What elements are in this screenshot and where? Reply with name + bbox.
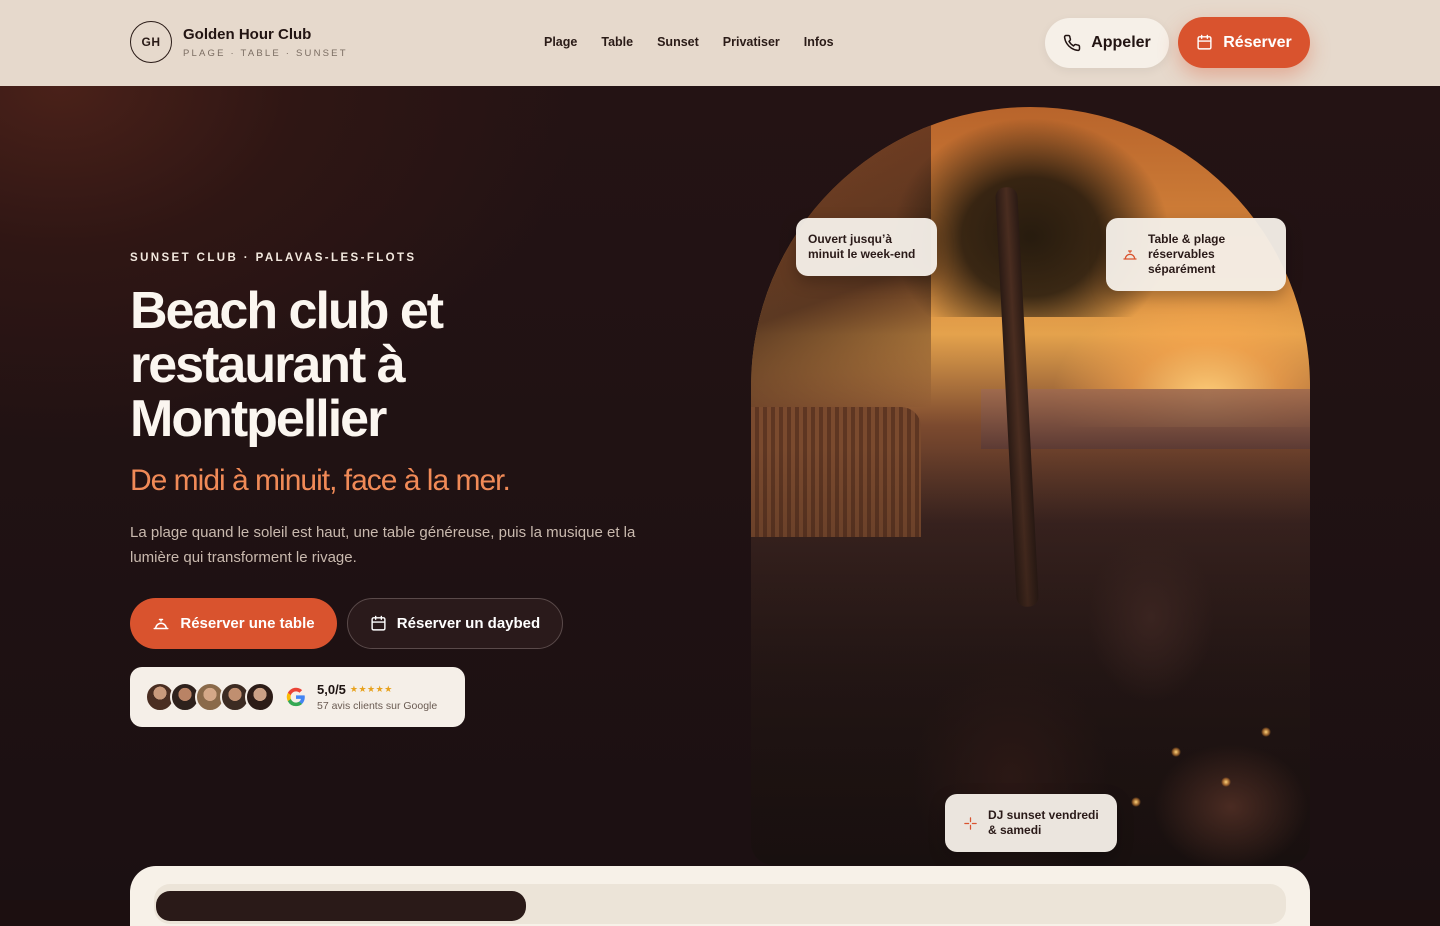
badge-opening-hours: Ouvert jusqu’à minuit le week-end (796, 218, 937, 276)
reserve-button[interactable]: Réserver (1178, 17, 1310, 68)
photo-sea (981, 389, 1310, 449)
review-score: 5,0/5 (317, 682, 346, 697)
badge-dj-sunset-text: DJ sunset vendredi & samedi (988, 808, 1099, 837)
review-count: 57 avis clients sur Google (317, 700, 438, 712)
calendar-icon (1197, 34, 1212, 50)
call-button[interactable]: Appeler (1045, 18, 1169, 68)
google-reviews-card[interactable]: 5,0/5 ★★★★★ 57 avis clients sur Google (130, 667, 465, 727)
brand-tagline: PLAGE · TABLE · SUNSET (183, 47, 348, 59)
badge-table-beach-text: Table & plage réservables séparément (1148, 232, 1226, 276)
service-bell-icon (1123, 249, 1137, 260)
badge-opening-hours-text: Ouvert jusqu’à minuit le week-end (808, 232, 916, 261)
badge-table-beach: Table & plage réservables séparément (1106, 218, 1286, 291)
reserve-table-label: Réserver une table (180, 615, 315, 632)
photo-candle (1261, 727, 1271, 737)
booking-tabs (154, 884, 1286, 924)
nav-link-sunset[interactable]: Sunset (657, 35, 699, 49)
main-nav: Plage Table Sunset Privatiser Infos (544, 35, 834, 49)
calendar-icon (371, 615, 386, 631)
brand-name: Golden Hour Club (183, 25, 312, 43)
reserve-button-label: Réserver (1223, 33, 1292, 51)
hero-eyebrow: SUNSET CLUB · PALAVAS-LES-FLOTS (130, 252, 417, 264)
reviewer-avatars (145, 682, 275, 712)
booking-card (130, 866, 1310, 926)
nav-link-table[interactable]: Table (601, 35, 633, 49)
reserve-table-button[interactable]: Réserver une table (130, 598, 337, 649)
nav-link-privatiser[interactable]: Privatiser (723, 35, 780, 49)
brand-monogram: GH (130, 21, 172, 63)
nav-link-infos[interactable]: Infos (804, 35, 834, 49)
avatar (245, 682, 275, 712)
hero-title: Beach club et restaurant à Montpellier (130, 282, 444, 448)
hero-subtitle: De midi à minuit, face à la mer. (130, 464, 511, 497)
reserve-daybed-button[interactable]: Réserver un daybed (347, 598, 563, 649)
phone-icon (1064, 34, 1081, 52)
google-icon (286, 687, 305, 707)
review-stars: ★★★★★ (349, 684, 393, 694)
photo-candle (1171, 747, 1181, 757)
badge-dj-sunset: DJ sunset vendredi & samedi (945, 794, 1117, 852)
call-button-label: Appeler (1091, 34, 1151, 51)
hero-lead: La plage quand le soleil est haut, une t… (130, 524, 636, 566)
reserve-daybed-label: Réserver un daybed (396, 615, 541, 632)
booking-tab-active[interactable] (156, 891, 526, 921)
photo-candle (1131, 797, 1141, 807)
brand-logo[interactable]: GH Golden Hour Club PLAGE · TABLE · SUNS… (130, 21, 348, 63)
nav-link-plage[interactable]: Plage (544, 35, 577, 49)
site-header: GH Golden Hour Club PLAGE · TABLE · SUNS… (0, 0, 1440, 86)
sparkle-icon (964, 816, 977, 830)
photo-candle (1221, 777, 1231, 787)
service-bell-icon (153, 618, 169, 629)
